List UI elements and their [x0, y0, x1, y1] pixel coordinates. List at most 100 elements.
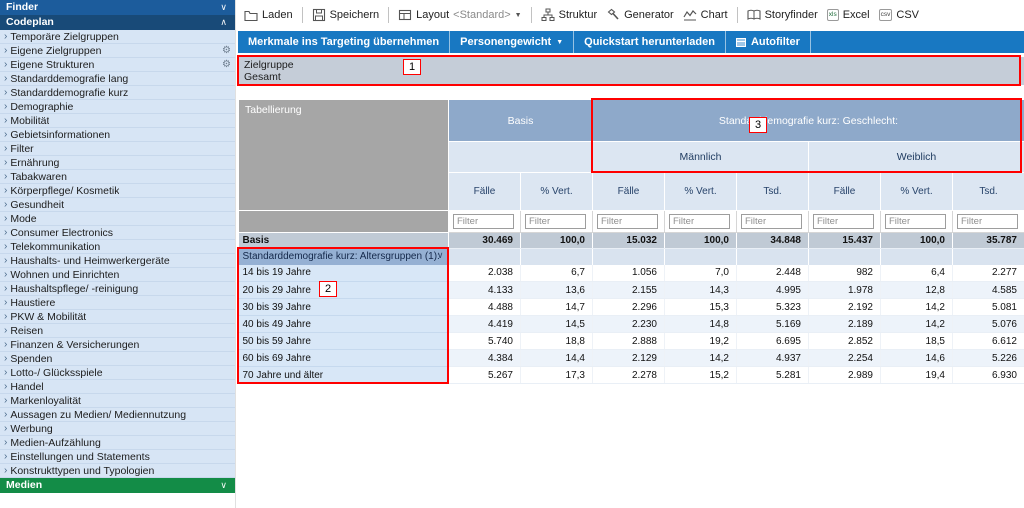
- sidebar-item[interactable]: ›Haustiere: [0, 296, 235, 310]
- filter-cell: [593, 211, 665, 233]
- filter-input[interactable]: [597, 214, 658, 229]
- sidebar-item[interactable]: ›Gesundheit: [0, 198, 235, 212]
- laden-label: Laden: [262, 9, 293, 21]
- row-label[interactable]: 60 bis 69 Jahre: [239, 350, 449, 367]
- sidebar-item[interactable]: ›PKW & Mobilität: [0, 310, 235, 324]
- filter-input[interactable]: [525, 214, 586, 229]
- sidebar-item[interactable]: ›Mode: [0, 212, 235, 226]
- sidebar-item-label: Haushalts- und Heimwerkergeräte: [10, 254, 169, 268]
- sidebar-item[interactable]: ›Filter: [0, 142, 235, 156]
- sidebar-item[interactable]: ›Lotto-/ Glücksspiele: [0, 366, 235, 380]
- storyfinder-button[interactable]: Storyfinder: [747, 8, 818, 22]
- sidebar-item[interactable]: ›Werbung: [0, 422, 235, 436]
- row-label[interactable]: 50 bis 59 Jahre: [239, 333, 449, 350]
- sidebar-item[interactable]: ›Temporäre Zielgruppen: [0, 30, 235, 44]
- filter-cell: [953, 211, 1024, 233]
- row-label[interactable]: 20 bis 29 Jahre: [239, 282, 449, 299]
- sidebar-item-label: Konstrukttypen und Typologien: [10, 464, 154, 478]
- cell-value: 2.852: [809, 333, 881, 350]
- sidebar-header-medien[interactable]: Medien ∨: [0, 478, 235, 493]
- sidebar-item[interactable]: ›Eigene Strukturen⚙: [0, 58, 235, 72]
- sidebar-item-label: Eigene Zielgruppen: [10, 44, 101, 58]
- target-group-band[interactable]: Zielgruppe Gesamt: [238, 57, 1024, 85]
- merkmale-targeting-button[interactable]: Merkmale ins Targeting übernehmen: [238, 31, 450, 53]
- sidebar-item[interactable]: ›Tabakwaren: [0, 170, 235, 184]
- row-label[interactable]: 40 bis 49 Jahre: [239, 316, 449, 333]
- cell-value: 2.277: [953, 265, 1024, 282]
- sidebar-item[interactable]: ›Mobilität: [0, 114, 235, 128]
- sidebar-item[interactable]: ›Consumer Electronics: [0, 226, 235, 240]
- filter-input[interactable]: [741, 214, 802, 229]
- filter-input[interactable]: [813, 214, 874, 229]
- section-empty-cell: [809, 249, 881, 265]
- expand-arrow-icon: ›: [4, 170, 7, 184]
- basis-value: 100,0: [521, 233, 593, 249]
- sidebar-item[interactable]: ›Einstellungen und Statements: [0, 450, 235, 464]
- row-label[interactable]: 14 bis 19 Jahre: [239, 265, 449, 282]
- quickstart-download-button[interactable]: Quickstart herunterladen: [574, 31, 726, 53]
- filter-input[interactable]: [885, 214, 946, 229]
- csv-export-button[interactable]: csv CSV: [879, 9, 919, 21]
- sidebar-item[interactable]: ›Ernährung: [0, 156, 235, 170]
- sidebar-item[interactable]: ›Haushaltspflege/ -reinigung: [0, 282, 235, 296]
- filter-input[interactable]: [957, 214, 1018, 229]
- expand-arrow-icon: ›: [4, 128, 7, 142]
- sidebar-item[interactable]: ›Konstrukttypen und Typologien: [0, 464, 235, 478]
- sidebar-item-label: Mode: [10, 212, 36, 226]
- chevron-down-icon: ∨: [437, 250, 444, 261]
- personengewicht-dropdown[interactable]: Personengewicht ▼: [450, 31, 574, 53]
- app-window: Finder ∨ Codeplan ∧ ›Temporäre Zielgrupp…: [0, 0, 1024, 508]
- sidebar-item[interactable]: ›Körperpflege/ Kosmetik: [0, 184, 235, 198]
- basis-value: 15.032: [593, 233, 665, 249]
- sidebar-item[interactable]: ›Demographie: [0, 100, 235, 114]
- basis-subheader-empty: [449, 142, 593, 173]
- laden-button[interactable]: Laden: [244, 8, 293, 22]
- sidebar-item[interactable]: ›Eigene Zielgruppen ⚙: [0, 44, 235, 58]
- excel-export-button[interactable]: xls Excel: [827, 9, 870, 21]
- target-group-value: Gesamt: [244, 71, 1024, 83]
- sidebar-item[interactable]: ›Reisen: [0, 324, 235, 338]
- cell-value: 5.267: [449, 367, 521, 384]
- sidebar-item[interactable]: ›Wohnen und Einrichten: [0, 268, 235, 282]
- cell-value: 2.254: [809, 350, 881, 367]
- sidebar-item[interactable]: ›Telekommunikation: [0, 240, 235, 254]
- gear-icon[interactable]: ⚙: [222, 58, 231, 72]
- section-dropdown[interactable]: Standarddemografie kurz: Altersgruppen (…: [239, 249, 449, 265]
- sidebar-item[interactable]: ›Finanzen & Versicherungen: [0, 338, 235, 352]
- sidebar-item[interactable]: ›Standarddemografie lang: [0, 72, 235, 86]
- section-empty-cell: [593, 249, 665, 265]
- autofilter-toggle[interactable]: Autofilter: [726, 31, 811, 53]
- filter-input[interactable]: [453, 214, 514, 229]
- sidebar-item[interactable]: ›Spenden: [0, 352, 235, 366]
- csv-label: CSV: [896, 9, 919, 21]
- column-header: Fälle: [593, 173, 665, 211]
- sidebar-item[interactable]: ›Markenloyalität: [0, 394, 235, 408]
- sidebar-header-codeplan[interactable]: Codeplan ∧: [0, 15, 235, 30]
- expand-arrow-icon: ›: [4, 44, 7, 58]
- sidebar-item[interactable]: ›Handel: [0, 380, 235, 394]
- chevron-up-icon: ∧: [220, 15, 227, 30]
- sidebar-header-finder[interactable]: Finder ∨: [0, 0, 235, 15]
- row-label[interactable]: 70 Jahre und älter: [239, 367, 449, 384]
- struktur-button[interactable]: Struktur: [541, 8, 598, 22]
- expand-arrow-icon: ›: [4, 408, 7, 422]
- sidebar-item[interactable]: ›Medien-Aufzählung: [0, 436, 235, 450]
- sidebar-item[interactable]: ›Standarddemografie kurz: [0, 86, 235, 100]
- cell-value: 14,2: [881, 316, 953, 333]
- sidebar-item[interactable]: ›Haushalts- und Heimwerkergeräte: [0, 254, 235, 268]
- sidebar-item-label: Temporäre Zielgruppen: [10, 30, 119, 44]
- row-label[interactable]: 30 bis 39 Jahre: [239, 299, 449, 316]
- sidebar-item-label: Reisen: [10, 324, 43, 338]
- chart-button[interactable]: Chart: [683, 8, 728, 22]
- sidebar-item[interactable]: ›Aussagen zu Medien/ Mediennutzung: [0, 408, 235, 422]
- sidebar-item-label: Standarddemografie kurz: [10, 86, 128, 100]
- cell-value: 4.384: [449, 350, 521, 367]
- cell-value: 5.281: [737, 367, 809, 384]
- speichern-button[interactable]: Speichern: [312, 8, 380, 22]
- filter-input[interactable]: [669, 214, 730, 229]
- generator-button[interactable]: Generator: [606, 8, 674, 22]
- sidebar-item[interactable]: ›Gebietsinformationen: [0, 128, 235, 142]
- gear-icon[interactable]: ⚙: [222, 44, 231, 58]
- layout-button[interactable]: Layout <Standard> ▼: [398, 8, 521, 22]
- cell-value: 5.740: [449, 333, 521, 350]
